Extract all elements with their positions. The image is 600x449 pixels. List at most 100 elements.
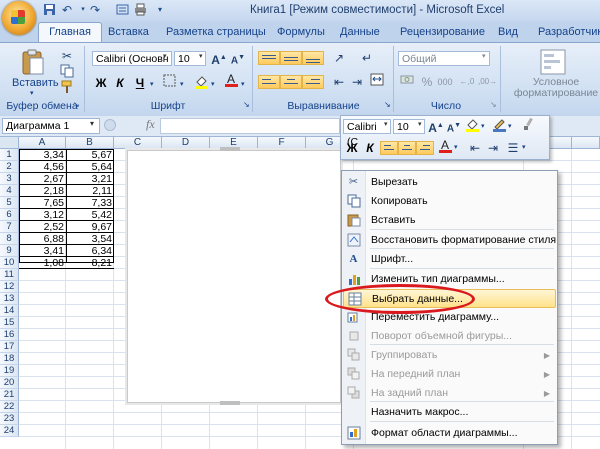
row-header[interactable]: 18 bbox=[0, 353, 19, 365]
row-header[interactable]: 8 bbox=[0, 233, 19, 245]
row-header[interactable]: 7 bbox=[0, 221, 19, 233]
decrease-indent-icon[interactable]: ⇤ bbox=[330, 73, 348, 91]
save-icon[interactable] bbox=[42, 3, 56, 17]
clipboard-launcher-icon[interactable]: ↘ bbox=[73, 100, 80, 109]
orientation-icon[interactable]: ↗ bbox=[330, 49, 348, 67]
merge-cells-icon[interactable] bbox=[368, 73, 386, 91]
align-right-button[interactable] bbox=[302, 75, 324, 89]
bold-button[interactable]: Ж bbox=[92, 74, 110, 92]
font-color-dropdown-icon[interactable]: ▾ bbox=[241, 80, 245, 88]
tab-formulas[interactable]: Формулы bbox=[277, 24, 325, 42]
grow-font-icon[interactable]: A▲ bbox=[210, 49, 228, 67]
customize-icon[interactable] bbox=[115, 3, 129, 17]
tab-home[interactable]: Главная bbox=[38, 22, 102, 43]
row-header[interactable]: 5 bbox=[0, 197, 19, 209]
percent-button[interactable]: % bbox=[418, 73, 436, 91]
row-header[interactable]: 17 bbox=[0, 341, 19, 353]
mini-increase-indent-icon[interactable]: ⇥ bbox=[484, 139, 502, 157]
mini-font-size-dropdown-icon[interactable]: ▾ bbox=[418, 120, 422, 128]
context-menu-item-изменить-тип-диаграммы[interactable]: Изменить тип диаграммы... bbox=[343, 270, 556, 289]
paste-button[interactable]: Вставить bbox=[12, 77, 59, 89]
row-header[interactable]: 12 bbox=[0, 281, 19, 293]
cut-icon[interactable]: ✂ bbox=[58, 47, 76, 65]
row-header[interactable]: 24 bbox=[0, 425, 19, 437]
print-icon[interactable] bbox=[133, 3, 147, 17]
formula-bar-handle-icon[interactable] bbox=[104, 119, 116, 131]
column-header-partial[interactable] bbox=[572, 137, 600, 149]
fill-dropdown-icon[interactable]: ▾ bbox=[211, 80, 215, 88]
column-header[interactable]: B bbox=[66, 137, 114, 149]
row-header[interactable]: 1 bbox=[0, 149, 19, 161]
mini-italic-button[interactable]: К bbox=[361, 139, 379, 157]
row-header[interactable]: 20 bbox=[0, 377, 19, 389]
mini-align-left-button[interactable] bbox=[380, 141, 398, 155]
chart-resize-handle[interactable] bbox=[220, 401, 240, 405]
row-header[interactable]: 4 bbox=[0, 185, 19, 197]
font-name-dropdown-icon[interactable]: ▾ bbox=[163, 52, 167, 60]
undo-icon[interactable]: ↶ bbox=[60, 3, 74, 17]
tab-review[interactable]: Рецензирование bbox=[400, 24, 485, 42]
column-header[interactable]: F bbox=[258, 137, 306, 149]
name-box[interactable]: Диаграмма 1 bbox=[2, 118, 100, 134]
context-menu-item-вставить[interactable]: Вставить bbox=[343, 211, 556, 230]
underline-dropdown-icon[interactable]: ▾ bbox=[150, 80, 154, 88]
italic-button[interactable]: К bbox=[111, 74, 129, 92]
context-menu-item-переместить-диаграмму[interactable]: Переместить диаграмму... bbox=[343, 308, 556, 327]
formula-input[interactable] bbox=[160, 118, 340, 134]
context-menu-item-вырезать[interactable]: ✂ Вырезать bbox=[343, 173, 556, 192]
row-header[interactable]: 15 bbox=[0, 317, 19, 329]
row-header[interactable]: 21 bbox=[0, 389, 19, 401]
mini-decrease-indent-icon[interactable]: ⇤ bbox=[466, 139, 484, 157]
alignment-launcher-icon[interactable]: ↘ bbox=[384, 100, 391, 109]
paste-dropdown-icon[interactable]: ▾ bbox=[30, 89, 34, 97]
fill-color-icon[interactable] bbox=[192, 74, 210, 92]
row-header[interactable]: 16 bbox=[0, 329, 19, 341]
row-header[interactable]: 22 bbox=[0, 401, 19, 413]
format-painter-icon[interactable] bbox=[58, 80, 76, 98]
mini-grow-font-icon[interactable]: A▲ bbox=[427, 117, 445, 135]
mini-bullets-dropdown-icon[interactable]: ▾ bbox=[522, 143, 526, 151]
row-header[interactable]: 11 bbox=[0, 269, 19, 281]
currency-icon[interactable] bbox=[398, 73, 416, 91]
mini-font-color-icon[interactable]: A bbox=[436, 138, 454, 156]
decrease-decimal-icon[interactable]: ,00→ bbox=[478, 73, 497, 91]
column-header[interactable]: D bbox=[162, 137, 210, 149]
row-header[interactable]: 2 bbox=[0, 161, 19, 173]
font-size-dropdown-icon[interactable]: ▾ bbox=[199, 52, 203, 60]
name-box-dropdown-icon[interactable]: ▾ bbox=[90, 119, 94, 128]
mini-align-center-button[interactable] bbox=[398, 141, 416, 155]
conditional-formatting-button[interactable]: Условное форматирование bbox=[512, 77, 600, 99]
number-launcher-icon[interactable]: ↘ bbox=[490, 100, 497, 109]
row-header[interactable]: 14 bbox=[0, 305, 19, 317]
qat-dropdown-icon[interactable]: ▾ bbox=[153, 3, 167, 17]
align-top-button[interactable] bbox=[258, 51, 280, 65]
context-menu-item-назначить-макрос[interactable]: Назначить макрос... bbox=[343, 403, 556, 422]
align-left-button[interactable] bbox=[258, 75, 280, 89]
select-all-corner[interactable] bbox=[0, 137, 19, 149]
tab-developer[interactable]: Разработчик bbox=[538, 24, 600, 42]
tab-view[interactable]: Вид bbox=[498, 24, 518, 42]
column-header[interactable]: A bbox=[19, 137, 66, 149]
increase-decimal-icon[interactable]: ←,0 bbox=[458, 73, 476, 91]
mini-font-color-dropdown-icon[interactable]: ▾ bbox=[454, 143, 458, 151]
mini-bullets-icon[interactable]: ☰ bbox=[504, 139, 522, 157]
font-name-box[interactable]: Calibri (Основн bbox=[92, 51, 172, 66]
wrap-text-icon[interactable]: ↵ bbox=[358, 49, 376, 67]
row-header[interactable]: 3 bbox=[0, 173, 19, 185]
context-menu-item-шрифт[interactable]: A Шрифт... bbox=[343, 250, 556, 269]
mini-fill-dropdown-icon[interactable]: ▾ bbox=[481, 122, 485, 130]
font-launcher-icon[interactable]: ↘ bbox=[243, 100, 250, 109]
tab-page-layout[interactable]: Разметка страницы bbox=[166, 24, 266, 42]
thousands-button[interactable]: 000 bbox=[436, 73, 454, 91]
mini-bold-button[interactable]: Ж bbox=[343, 139, 361, 157]
align-middle-button[interactable] bbox=[280, 51, 302, 65]
underline-button[interactable]: Ч bbox=[131, 74, 149, 92]
paste-icon[interactable] bbox=[20, 48, 46, 76]
column-header[interactable]: C bbox=[114, 137, 162, 149]
align-center-button[interactable] bbox=[280, 75, 302, 89]
mini-format-painter-icon[interactable] bbox=[520, 117, 538, 135]
mini-line-dropdown-icon[interactable]: ▾ bbox=[508, 122, 512, 130]
mini-align-right-button[interactable] bbox=[416, 141, 434, 155]
mini-line-color-icon[interactable] bbox=[490, 117, 508, 135]
context-menu-item-выбрать-данные[interactable]: Выбрать данные... bbox=[343, 289, 556, 308]
